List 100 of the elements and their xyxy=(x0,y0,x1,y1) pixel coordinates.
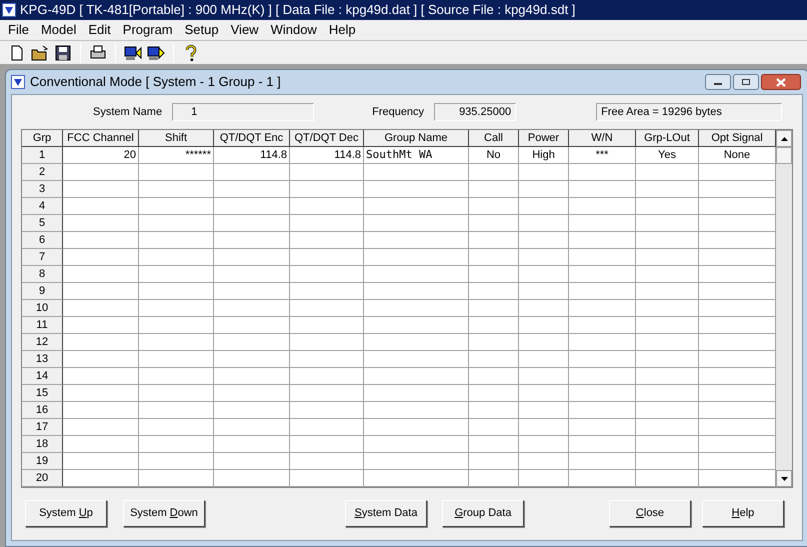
table-cell: *** xyxy=(569,147,636,164)
empty-cell xyxy=(469,351,519,368)
dialog-button[interactable]: System Down xyxy=(123,500,205,526)
empty-cell xyxy=(469,198,519,215)
computer-arrow-icon[interactable] xyxy=(147,44,165,62)
folder-icon[interactable] xyxy=(31,44,49,62)
empty-cell xyxy=(569,181,636,198)
row-header: 7 xyxy=(22,249,63,266)
empty-cell xyxy=(636,402,699,419)
dialog-button[interactable]: Help xyxy=(702,500,784,526)
frequency-field[interactable]: 935.25000 xyxy=(434,103,516,121)
empty-cell xyxy=(636,249,699,266)
menu-item[interactable]: Program xyxy=(116,20,179,40)
empty-cell xyxy=(636,368,699,385)
scroll-thumb[interactable] xyxy=(776,147,792,164)
row-header: 4 xyxy=(22,198,63,215)
maximize-button[interactable] xyxy=(733,74,759,90)
down-arrow-icon xyxy=(780,476,788,480)
menu-item[interactable]: Model xyxy=(34,20,82,40)
empty-cell xyxy=(469,402,519,419)
table-cell: Yes xyxy=(636,147,699,164)
column-header: Grp-LOut xyxy=(636,130,699,147)
empty-cell xyxy=(569,300,636,317)
empty-cell xyxy=(569,402,636,419)
dialog-button[interactable]: System Data xyxy=(345,500,427,526)
empty-cell xyxy=(636,164,699,181)
row-header: 11 xyxy=(22,317,63,334)
empty-cell xyxy=(569,232,636,249)
window-title: KPG-49D [ TK-481[Portable] : 900 MHz(K) ] [ Data File : kpg49d.dat ] [ Source File : kpg49d.sdt ] xyxy=(20,1,576,20)
empty-cell xyxy=(569,215,636,232)
empty-cell xyxy=(569,436,636,453)
row-header: 13 xyxy=(22,351,63,368)
empty-cell xyxy=(469,249,519,266)
empty-cell xyxy=(519,470,569,487)
dialog-button[interactable]: System Up xyxy=(25,500,107,526)
row-header: 3 xyxy=(22,181,63,198)
empty-cell xyxy=(569,368,636,385)
column-header: FCC Channel xyxy=(63,130,139,147)
row-header: 17 xyxy=(22,419,63,436)
column-header: QT/DQT Enc xyxy=(214,130,290,147)
empty-cell xyxy=(569,385,636,402)
empty-cell xyxy=(569,198,636,215)
empty-cell xyxy=(469,300,519,317)
empty-cell xyxy=(569,334,636,351)
empty-cell xyxy=(569,249,636,266)
empty-cell xyxy=(636,232,699,249)
empty-cell xyxy=(469,181,519,198)
row-header: 8 xyxy=(22,266,63,283)
column-header: Power xyxy=(519,130,569,147)
table-cell: No xyxy=(469,147,519,164)
empty-cell xyxy=(636,453,699,470)
empty-cell xyxy=(469,368,519,385)
floppy-icon[interactable] xyxy=(54,44,72,62)
empty-cell xyxy=(636,266,699,283)
scroll-down-button[interactable] xyxy=(776,470,792,487)
empty-cell xyxy=(636,283,699,300)
empty-cell xyxy=(519,368,569,385)
row-header: 6 xyxy=(22,232,63,249)
printer-icon[interactable] xyxy=(89,44,107,62)
row-header: 1 xyxy=(22,147,63,164)
dialog-button[interactable]: Close xyxy=(609,500,691,526)
empty-cell xyxy=(519,436,569,453)
dialog-button[interactable]: Group Data xyxy=(442,500,524,526)
scrollbar[interactable] xyxy=(776,130,792,487)
close-icon xyxy=(776,78,786,86)
empty-cell xyxy=(469,470,519,487)
empty-cell xyxy=(469,283,519,300)
table-cell: ****** xyxy=(139,147,214,164)
menu-item[interactable]: Help xyxy=(322,20,362,40)
column-header: QT/DQT Dec xyxy=(290,130,364,147)
empty-cell xyxy=(519,351,569,368)
scroll-up-button[interactable] xyxy=(776,130,792,147)
table-cell: 20 xyxy=(63,147,139,164)
table-cell: 114.8 xyxy=(214,147,290,164)
computer-arrow-icon[interactable] xyxy=(124,44,142,62)
menu-item[interactable]: View xyxy=(224,20,265,40)
menu-item[interactable]: Setup xyxy=(178,20,225,40)
empty-cell xyxy=(519,181,569,198)
empty-cell xyxy=(636,181,699,198)
empty-cell xyxy=(636,215,699,232)
row-header: 14 xyxy=(22,368,63,385)
row-header: 16 xyxy=(22,402,63,419)
close-button[interactable] xyxy=(761,74,801,90)
system-name-field[interactable]: 1 xyxy=(172,103,314,121)
empty-cell xyxy=(519,402,569,419)
empty-cell xyxy=(519,419,569,436)
empty-cell xyxy=(636,317,699,334)
empty-cell xyxy=(636,385,699,402)
empty-cell xyxy=(519,198,569,215)
empty-cell xyxy=(519,334,569,351)
column-header: Call xyxy=(469,130,519,147)
empty-cell xyxy=(519,232,569,249)
menu-item[interactable]: Edit xyxy=(82,20,117,40)
menu-item[interactable]: Window xyxy=(264,20,323,40)
empty-cell xyxy=(569,164,636,181)
minimize-button[interactable] xyxy=(705,74,731,90)
empty-cell xyxy=(636,300,699,317)
row-header: 20 xyxy=(22,470,63,487)
menu-item[interactable]: File xyxy=(2,20,35,40)
row-header: 19 xyxy=(22,453,63,470)
